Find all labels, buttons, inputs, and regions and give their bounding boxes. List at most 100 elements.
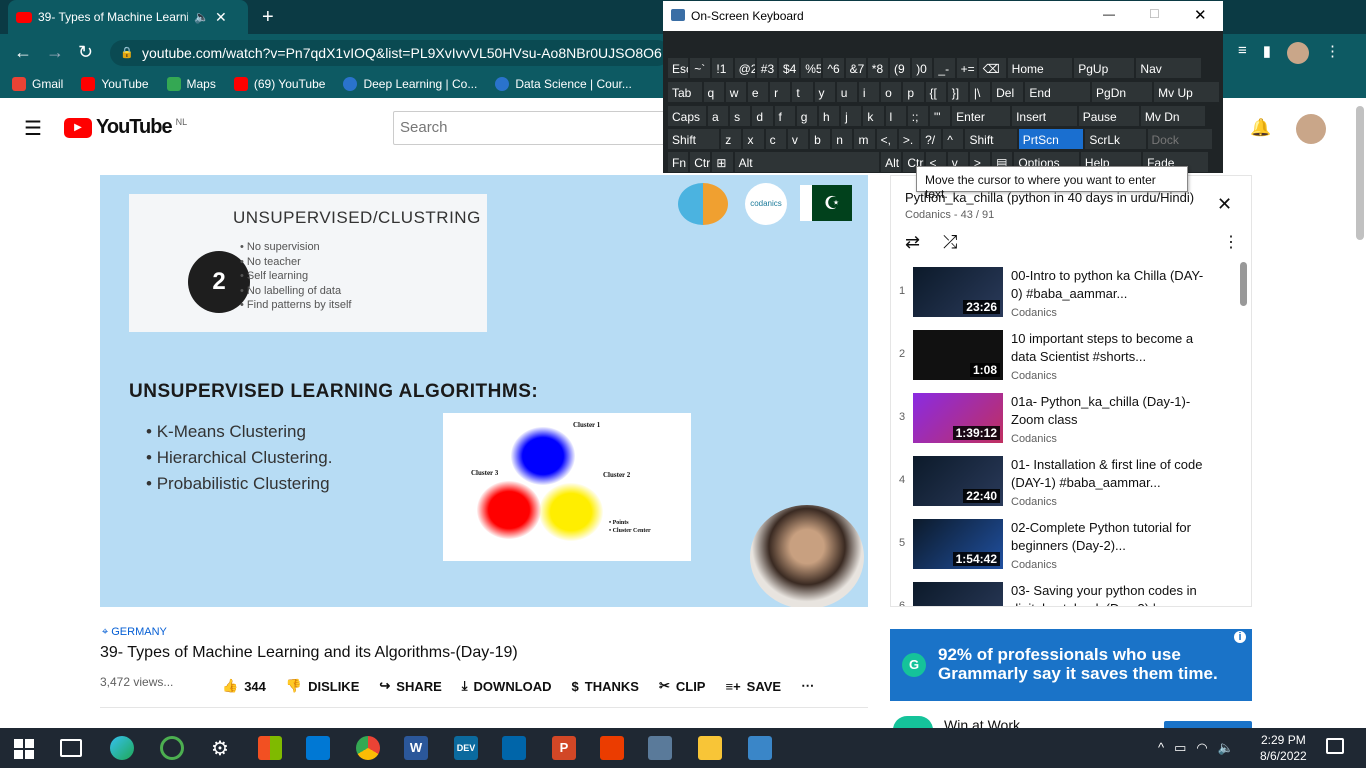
search-input[interactable]: Search xyxy=(393,111,673,145)
keyboard-key[interactable]: @2 xyxy=(733,57,756,79)
browser-extensions[interactable]: ≡ ▮ ⋮ xyxy=(1238,42,1340,64)
keyboard-key[interactable]: &7 xyxy=(844,57,867,79)
keyboard-key[interactable]: c xyxy=(764,128,787,150)
keyboard-key[interactable]: _- xyxy=(933,57,956,79)
ad-info-icon[interactable]: i xyxy=(1234,631,1246,643)
hamburger-menu-icon[interactable]: ☰ xyxy=(24,116,42,141)
keyboard-key[interactable]: a xyxy=(706,105,730,127)
playlist-item[interactable]: 2 1:08 10 important steps to become a da… xyxy=(891,330,1231,393)
bookmark-youtube[interactable]: YouTube xyxy=(81,77,149,91)
bookmark-youtube-69[interactable]: (69) YouTube xyxy=(233,77,325,91)
grammarly-ad[interactable]: G 92% of professionals who use Grammarly… xyxy=(890,629,1252,701)
keyboard-key[interactable]: n xyxy=(831,128,854,150)
keyboard-key[interactable]: Ctrl xyxy=(689,151,712,173)
keyboard-key[interactable]: <, xyxy=(875,128,898,150)
keyboard-key[interactable]: PgDn xyxy=(1091,81,1154,103)
keyboard-key[interactable]: {[ xyxy=(924,81,947,103)
volume-icon[interactable]: 🔈 xyxy=(1218,740,1234,756)
dislike-button[interactable]: 👎 DISLIKE xyxy=(286,678,359,694)
bookmark-gmail[interactable]: Gmail xyxy=(12,77,63,91)
page-scrollbar[interactable] xyxy=(1356,106,1364,240)
maximize-icon[interactable]: ☐ xyxy=(1149,7,1160,21)
bookmark-data-science[interactable]: Data Science | Cour... xyxy=(495,77,632,91)
keyboard-key[interactable]: ~` xyxy=(689,57,712,79)
url-bar[interactable]: 🔒 youtube.com/watch?v=Pn7qdX1vIOQ&list=P… xyxy=(110,40,670,66)
wifi-icon[interactable]: ◠ xyxy=(1196,740,1207,756)
loop-icon[interactable]: ⇄ xyxy=(905,232,920,253)
keyboard-key[interactable]: "' xyxy=(928,105,952,127)
keyboard-key[interactable]: h xyxy=(817,105,841,127)
keyboard-key[interactable]: End xyxy=(1024,81,1091,103)
store-icon[interactable] xyxy=(258,736,282,760)
keyboard-key[interactable]: }] xyxy=(946,81,969,103)
more-actions-button[interactable]: ⋯ xyxy=(801,678,814,694)
keyboard-key[interactable]: %5 xyxy=(800,57,823,79)
keyboard-key[interactable]: g xyxy=(795,105,818,127)
tab-close-icon[interactable]: ✕ xyxy=(215,9,227,26)
refresh-app-icon[interactable] xyxy=(160,736,184,760)
vscode-icon[interactable] xyxy=(502,736,526,760)
keyboard-key[interactable]: y xyxy=(813,81,836,103)
keyboard-key[interactable]: t xyxy=(791,81,814,103)
keyboard-key[interactable]: PgUp xyxy=(1073,57,1136,79)
keyboard-key[interactable]: w xyxy=(724,81,747,103)
keyboard-key[interactable]: Shift xyxy=(964,128,1018,150)
keyboard-key[interactable]: ^6 xyxy=(822,57,845,79)
media-control-icon[interactable]: ≡ xyxy=(1238,42,1247,64)
speaker-icon[interactable]: 🔈 xyxy=(194,10,209,24)
keyboard-key[interactable]: ^ xyxy=(942,128,965,150)
keyboard-key[interactable]: :; xyxy=(906,105,929,127)
keyboard-key[interactable]: d xyxy=(751,105,774,127)
keyboard-key[interactable]: z xyxy=(720,128,743,150)
share-button[interactable]: ↪ SHARE xyxy=(379,678,441,694)
keyboard-key[interactable]: *8 xyxy=(866,57,889,79)
photos-icon[interactable] xyxy=(748,736,772,760)
office-icon[interactable] xyxy=(600,736,624,760)
keyboard-key[interactable]: m xyxy=(853,128,876,150)
playlist-scrollbar[interactable] xyxy=(1240,262,1247,306)
keyboard-key[interactable]: Insert xyxy=(1011,105,1078,127)
keyboard-key[interactable]: o xyxy=(880,81,903,103)
keyboard-key[interactable]: Home xyxy=(1006,57,1074,79)
close-icon[interactable]: ✕ xyxy=(1194,6,1207,24)
keyboard-key[interactable]: l xyxy=(884,105,907,127)
keyboard-key[interactable]: Fn xyxy=(667,151,690,173)
keyboard-key[interactable]: ⊞ xyxy=(711,151,734,173)
keyboard-key[interactable]: v xyxy=(786,128,810,150)
keyboard-key[interactable]: |\ xyxy=(968,81,992,103)
word-icon[interactable]: W xyxy=(404,736,428,760)
keyboard-key[interactable]: f xyxy=(773,105,796,127)
chevron-up-icon[interactable]: ^ xyxy=(1158,740,1164,756)
back-icon[interactable]: ← xyxy=(14,42,32,63)
playlist-title[interactable]: Python_ka_chilla (python in 40 days in u… xyxy=(905,190,1205,205)
keyboard-key[interactable]: !1 xyxy=(711,57,734,79)
keyboard-key[interactable]: e xyxy=(746,81,770,103)
clip-button[interactable]: ✂ CLIP xyxy=(659,678,706,694)
keyboard-key[interactable]: PrtScn xyxy=(1017,128,1085,150)
powerpoint-icon[interactable]: P xyxy=(552,736,576,760)
keyboard-key[interactable]: i xyxy=(857,81,881,103)
keyboard-key[interactable]: Caps xyxy=(667,105,707,127)
new-tab-button[interactable]: + xyxy=(262,6,274,29)
account-avatar[interactable] xyxy=(1296,114,1326,144)
bookmark-maps[interactable]: Maps xyxy=(166,77,216,91)
video-player[interactable]: UNSUPERVISED/CLUSTRING 2 • No supervisio… xyxy=(100,175,868,607)
thanks-button[interactable]: $ THANKS xyxy=(572,679,639,694)
keyboard-key[interactable]: r xyxy=(769,81,792,103)
bookmark-deep-learning[interactable]: Deep Learning | Co... xyxy=(343,77,477,91)
playlist-item[interactable]: 6 03- Saving your python codes in digita… xyxy=(891,582,1231,606)
side-panel-icon[interactable]: ▮ xyxy=(1263,42,1271,64)
minimize-icon[interactable]: — xyxy=(1103,7,1115,21)
playlist-item[interactable]: 1 23:26 00-Intro to python ka Chilla (DA… xyxy=(891,267,1231,330)
playlist-menu-icon[interactable]: ⋮ xyxy=(1223,232,1239,252)
keyboard-key[interactable]: (9 xyxy=(889,57,912,79)
dev-icon[interactable]: DEV xyxy=(454,736,478,760)
keyboard-key[interactable]: $4 xyxy=(778,57,801,79)
clock[interactable]: 2:29 PM 8/6/2022 xyxy=(1260,732,1307,764)
reload-icon[interactable]: ↻ xyxy=(78,42,93,63)
notifications-bell-icon[interactable]: 🔔 xyxy=(1250,118,1271,138)
keyboard-key[interactable]: Mv Dn xyxy=(1139,105,1207,127)
task-view-icon[interactable] xyxy=(60,739,82,757)
notifications-icon[interactable] xyxy=(1326,738,1344,754)
chrome-icon[interactable] xyxy=(356,736,380,760)
